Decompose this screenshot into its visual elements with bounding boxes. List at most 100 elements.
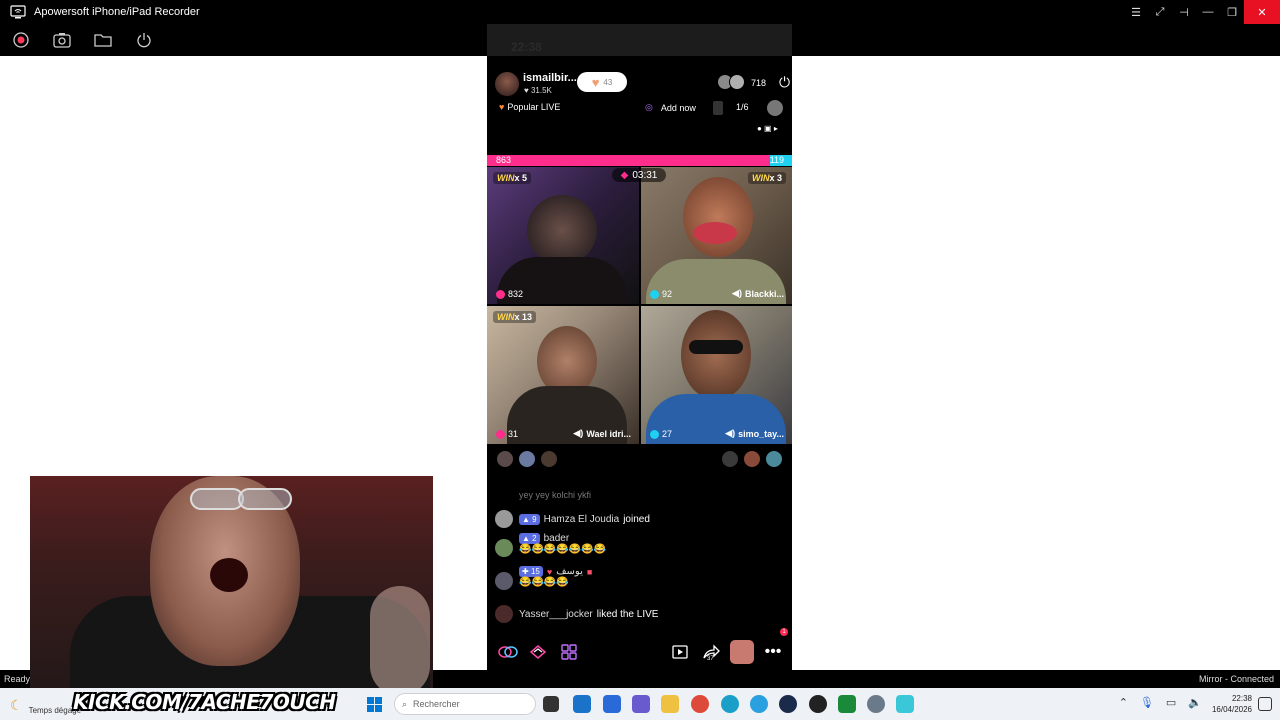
share-icon[interactable]: 37 [701, 642, 721, 662]
avatar[interactable] [495, 539, 513, 557]
more-icon[interactable]: ••• [763, 642, 783, 662]
chat-username[interactable]: bader [544, 533, 570, 544]
recorder-task-icon[interactable] [896, 695, 914, 713]
guest-video [683, 177, 753, 257]
edge-icon[interactable] [721, 695, 739, 713]
heart-icon: ♥ [546, 566, 553, 577]
avatar [518, 450, 536, 468]
pin-icon[interactable]: ⊣ [1172, 0, 1196, 24]
guest-tile[interactable]: WINx 13 31 ◀) Wael idri... [487, 306, 639, 444]
follow-button[interactable]: ♥ 43 [577, 72, 627, 92]
telegram-icon[interactable] [750, 695, 768, 713]
guest-tile[interactable]: WINx 5 832 [487, 167, 639, 304]
popular-live-badge[interactable]: ♥ Popular LIVE [499, 102, 560, 112]
steam-icon[interactable] [779, 695, 797, 713]
file-explorer-icon[interactable] [661, 695, 679, 713]
guest-score: 92 [650, 289, 672, 299]
fullscreen-icon[interactable]: ⤢ [1148, 0, 1172, 24]
add-now-button[interactable]: ◎ Add now [645, 102, 696, 113]
speaker-icon: ◀) [732, 288, 742, 298]
live-bottom-bar: 37 1 ••• [487, 628, 792, 670]
win-streak-badge: WINx 13 [493, 311, 537, 323]
recorder-app-icon [10, 5, 26, 19]
chevron-up-icon[interactable]: ⌃ [1119, 696, 1128, 709]
system-tray: ⌃ 🎙 ▭ 🔈 [1119, 696, 1202, 709]
store-icon[interactable] [573, 695, 591, 713]
taskbar-search[interactable]: ⌕ Rechercher [394, 693, 536, 715]
windows-start-icon[interactable] [367, 697, 382, 712]
camera-icon[interactable]: ● ▣ ▸ [757, 124, 778, 133]
network-icon[interactable]: ▭ [1166, 696, 1176, 709]
multi-guest-grid: WINx 5 832 WINx 3 92 ◀) Blackki... WINx 1… [487, 167, 792, 444]
search-icon: ⌕ [402, 698, 408, 709]
host-row: ismailbir... ♥ 31.5K ♥ 43 718 ⏻ [495, 70, 790, 98]
guest-video [681, 310, 751, 400]
settings-icon[interactable] [867, 695, 885, 713]
window-controls: ☰ ⤢ ⊣ — ❐ ✕ [1124, 0, 1280, 24]
status-time: 22:38 [511, 40, 542, 54]
avatar[interactable] [495, 510, 513, 528]
avatar[interactable] [495, 605, 513, 623]
streaming-app-icon[interactable] [838, 695, 856, 713]
chrome-icon[interactable] [691, 695, 709, 713]
screenshot-button[interactable] [52, 30, 72, 50]
score-icon [650, 429, 659, 439]
guest-video [527, 195, 597, 265]
chat-message: ✚ 15 ♥ يوسف ■ 😂😂😂😂 [495, 566, 592, 590]
notification-center-icon[interactable] [1258, 697, 1272, 711]
chat-text: joined [623, 513, 650, 525]
chat-message: Yasser___jocker liked the LIVE [495, 605, 658, 623]
weather-widget[interactable]: ☾ Temps dégagé [10, 696, 81, 715]
apps-grid-icon[interactable] [559, 642, 579, 662]
avatar [765, 450, 783, 468]
avatar[interactable] [495, 572, 513, 590]
outlook-icon[interactable] [603, 695, 621, 713]
taskbar-clock[interactable]: 22:38 16/04/2026 [1212, 693, 1252, 715]
stream-url-overlay: KICK.COM/7ACHE7OUCH [73, 690, 336, 714]
guest-score: 832 [496, 289, 523, 299]
avatar [496, 450, 514, 468]
microphone-icon[interactable]: 🎙 [1140, 696, 1154, 709]
score-right: 119 [769, 155, 784, 165]
guest-tile[interactable]: 27 ◀) simo_tay... [641, 306, 792, 444]
goal-box [713, 101, 723, 115]
chat-username[interactable]: يوسف [556, 566, 583, 577]
guest-video [693, 222, 737, 244]
win-streak-badge: WINx 5 [493, 172, 532, 184]
chat-text: 😂😂😂😂 [519, 577, 569, 588]
guest-score: 27 [650, 429, 672, 439]
close-button[interactable]: ✕ [1244, 0, 1280, 24]
score-icon [496, 429, 505, 439]
gift-button[interactable] [730, 640, 754, 664]
teams-icon[interactable] [632, 695, 650, 713]
share-count: 37 [707, 656, 714, 662]
guest-tile[interactable]: WINx 3 92 ◀) Blackki... [641, 167, 792, 304]
volume-icon[interactable]: 🔈 [1188, 696, 1202, 709]
clips-icon[interactable] [670, 642, 690, 662]
chat-message: ▲ 9 Hamza El Joudia joined [495, 510, 650, 528]
host-avatar[interactable] [495, 72, 519, 96]
restore-button[interactable]: ❐ [1220, 0, 1244, 24]
menu-icon[interactable]: ☰ [1124, 0, 1148, 24]
host-name[interactable]: ismailbir... [523, 72, 577, 84]
power-button[interactable] [134, 30, 154, 50]
record-button[interactable] [11, 30, 31, 50]
chat-username[interactable]: Hamza El Joudia [544, 514, 620, 525]
obs-icon[interactable] [809, 695, 827, 713]
guest-name: ◀) simo_tay... [725, 428, 784, 439]
mirror-status: Mirror - Connected [1198, 674, 1274, 684]
add-now-label: Add now [660, 102, 696, 113]
exit-live-icon[interactable]: ⏻ [779, 74, 790, 91]
host-likes: ♥ 31.5K [524, 86, 552, 95]
task-view-icon[interactable] [543, 696, 559, 712]
link-guest-icon[interactable] [498, 642, 518, 662]
chat-text: yey yey kolchi ykfi [519, 490, 592, 500]
chat-text: liked the LIVE [596, 608, 659, 620]
webcam-video [210, 558, 248, 592]
battle-icon[interactable] [528, 642, 548, 662]
gift-icon[interactable] [767, 100, 783, 116]
folder-button[interactable] [93, 30, 113, 50]
minimize-button[interactable]: — [1196, 0, 1220, 24]
viewer-count: 718 [751, 78, 767, 88]
chat-username[interactable]: Yasser___jocker [519, 609, 593, 620]
